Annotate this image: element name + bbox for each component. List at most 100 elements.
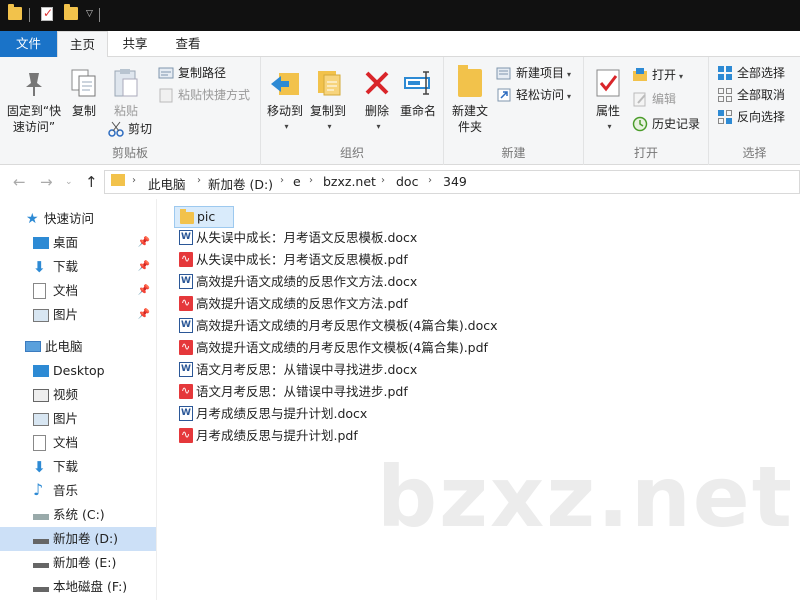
nav-item-drive-c[interactable]: 系统 (C:) <box>0 503 156 527</box>
tab-home[interactable]: 主页 <box>57 31 108 58</box>
rename-button[interactable]: 重命名 <box>398 67 438 119</box>
invert-selection-label: 反向选择 <box>737 110 786 124</box>
edit-button[interactable]: 编辑 <box>632 89 676 109</box>
chevron-right-icon: › <box>428 175 432 186</box>
nav-item-desktop[interactable]: Desktop <box>0 359 156 383</box>
back-arrow-icon[interactable]: ← <box>13 173 26 191</box>
chevron-down-icon: ▾ <box>284 122 289 131</box>
recent-locations-icon[interactable]: ⌄ <box>65 177 73 187</box>
open-group: 属性 ▾ 打开 ▾ 编辑 历史记录 打开 <box>584 57 709 165</box>
nav-item-documents[interactable]: 文档 <box>0 431 156 455</box>
nav-item-pictures[interactable]: 图片 <box>0 407 156 431</box>
paste-button[interactable]: 粘贴 <box>106 67 146 119</box>
dropdown-icon[interactable]: ▽ <box>86 9 93 19</box>
pin-icon[interactable]: 📌 <box>138 231 150 255</box>
select-none-button[interactable]: 全部取消 <box>717 85 785 105</box>
word-document-icon <box>179 359 193 380</box>
open-button[interactable]: 打开 ▾ <box>632 65 683 85</box>
ribbon-tabs: 文件 主页 共享 查看 <box>0 31 800 58</box>
breadcrumb-e[interactable]: e <box>293 174 301 189</box>
properties-button[interactable]: 属性 ▾ <box>590 67 626 135</box>
nav-item-music[interactable]: ♪ 音乐 <box>0 479 156 503</box>
nav-item-desktop-qa[interactable]: 桌面 📌 <box>0 231 156 255</box>
nav-item-videos[interactable]: 视频 <box>0 383 156 407</box>
move-to-icon <box>269 67 301 99</box>
nav-label: 此电脑 <box>45 339 83 354</box>
copy-to-icon <box>312 67 344 99</box>
nav-label: 图片 <box>53 307 79 322</box>
history-button[interactable]: 历史记录 <box>632 114 700 134</box>
paste-shortcut-label: 粘贴快捷方式 <box>178 88 251 102</box>
copy-button[interactable]: 复制 <box>66 67 102 119</box>
new-folder-button[interactable]: 新建文件夹 <box>450 65 490 135</box>
forward-arrow-icon[interactable]: → <box>40 173 53 191</box>
invert-selection-button[interactable]: 反向选择 <box>717 107 785 127</box>
download-icon: ⬇ <box>33 458 46 476</box>
history-label: 历史记录 <box>652 117 701 131</box>
up-arrow-icon[interactable]: ↑ <box>85 173 98 191</box>
easy-access-button[interactable]: 轻松访问 ▾ <box>496 85 571 105</box>
nav-item-documents-qa[interactable]: 文档 📌 <box>0 279 156 303</box>
breadcrumb-drive-d[interactable]: 新加卷 (D:) <box>208 174 273 193</box>
folder-icon[interactable] <box>8 4 22 20</box>
move-to-button[interactable]: 移动到 ▾ <box>265 67 305 135</box>
file-name: 高效提升语文成绩的月考反思作文模板(4篇合集).docx <box>196 318 498 333</box>
file-name: 从失误中成长：月考语文反思模板.docx <box>196 230 418 245</box>
nav-item-pictures-qa[interactable]: 图片 📌 <box>0 303 156 327</box>
pdf-icon <box>179 248 193 269</box>
copy-path-icon <box>158 65 174 81</box>
drive-icon <box>33 587 49 592</box>
clipboard-group-label: 剪贴板 <box>111 146 148 160</box>
file-name: 语文月考反思：从错误中寻找进步.pdf <box>196 384 408 399</box>
nav-label: 下载 <box>53 259 79 274</box>
breadcrumb-bzxz[interactable]: bzxz.net <box>323 174 376 189</box>
pin-quick-access-button[interactable]: 固定到“快速访问” <box>4 67 64 135</box>
new-group: 新建文件夹 新建项目 ▾ 轻松访问 ▾ 新建 <box>444 57 584 165</box>
pdf-icon <box>179 380 193 401</box>
pin-icon[interactable]: 📌 <box>138 303 150 327</box>
nav-item-downloads-qa[interactable]: ⬇ 下载 📌 <box>0 255 156 279</box>
chevron-right-icon: › <box>280 175 284 186</box>
tab-share[interactable]: 共享 <box>110 31 160 57</box>
chevron-down-icon: ▾ <box>376 122 381 131</box>
properties-icon[interactable] <box>41 6 53 21</box>
address-bar[interactable]: › 此电脑 › 新加卷 (D:) › e › bzxz.net › doc › … <box>104 170 800 194</box>
list-item[interactable]: pic <box>174 206 234 228</box>
paste-icon <box>110 67 142 99</box>
select-all-button[interactable]: 全部选择 <box>717 63 785 83</box>
select-none-icon <box>717 87 733 103</box>
pin-label: 固定到“快速访问” <box>6 104 62 134</box>
watermark: bzxz.net <box>377 448 794 546</box>
copy-path-button[interactable]: 复制路径 <box>158 63 226 83</box>
nav-this-pc[interactable]: 此电脑 <box>0 335 156 359</box>
copy-label: 复制 <box>71 104 96 118</box>
breadcrumb-349[interactable]: 349 <box>443 174 467 189</box>
nav-item-downloads[interactable]: ⬇ 下载 <box>0 455 156 479</box>
cut-button[interactable]: 剪切 <box>108 119 152 139</box>
nav-item-drive-d[interactable]: 新加卷 (D:) <box>0 527 156 551</box>
tab-view[interactable]: 查看 <box>162 31 214 57</box>
drive-icon <box>33 563 49 568</box>
select-all-icon <box>717 65 733 81</box>
move-to-label: 移动到 <box>266 104 303 118</box>
paste-shortcut-button[interactable]: 粘贴快捷方式 <box>158 85 250 105</box>
new-folder-icon[interactable] <box>64 4 78 20</box>
folder-icon <box>180 209 194 224</box>
nav-label: 视频 <box>53 387 79 402</box>
breadcrumb-this-pc[interactable]: 此电脑 <box>148 174 186 193</box>
nav-label: 桌面 <box>53 235 79 250</box>
tab-file[interactable]: 文件 <box>0 31 57 57</box>
delete-button[interactable]: 删除 ▾ <box>361 67 393 135</box>
nav-item-drive-e[interactable]: 新加卷 (E:) <box>0 551 156 575</box>
nav-item-drive-f[interactable]: 本地磁盘 (F:) <box>0 575 156 599</box>
select-group: 全部选择 全部取消 反向选择 选择 <box>709 57 800 165</box>
breadcrumb-doc[interactable]: doc <box>396 174 418 189</box>
word-document-icon <box>179 227 193 248</box>
pin-icon[interactable]: 📌 <box>138 279 150 303</box>
nav-label: 下载 <box>53 459 79 474</box>
pin-icon[interactable]: 📌 <box>138 255 150 279</box>
copy-to-button[interactable]: 复制到 ▾ <box>308 67 348 135</box>
new-item-button[interactable]: 新建项目 ▾ <box>496 63 571 83</box>
chevron-down-icon: ▾ <box>567 92 572 101</box>
nav-quick-access[interactable]: ★ 快速访问 <box>0 207 156 231</box>
